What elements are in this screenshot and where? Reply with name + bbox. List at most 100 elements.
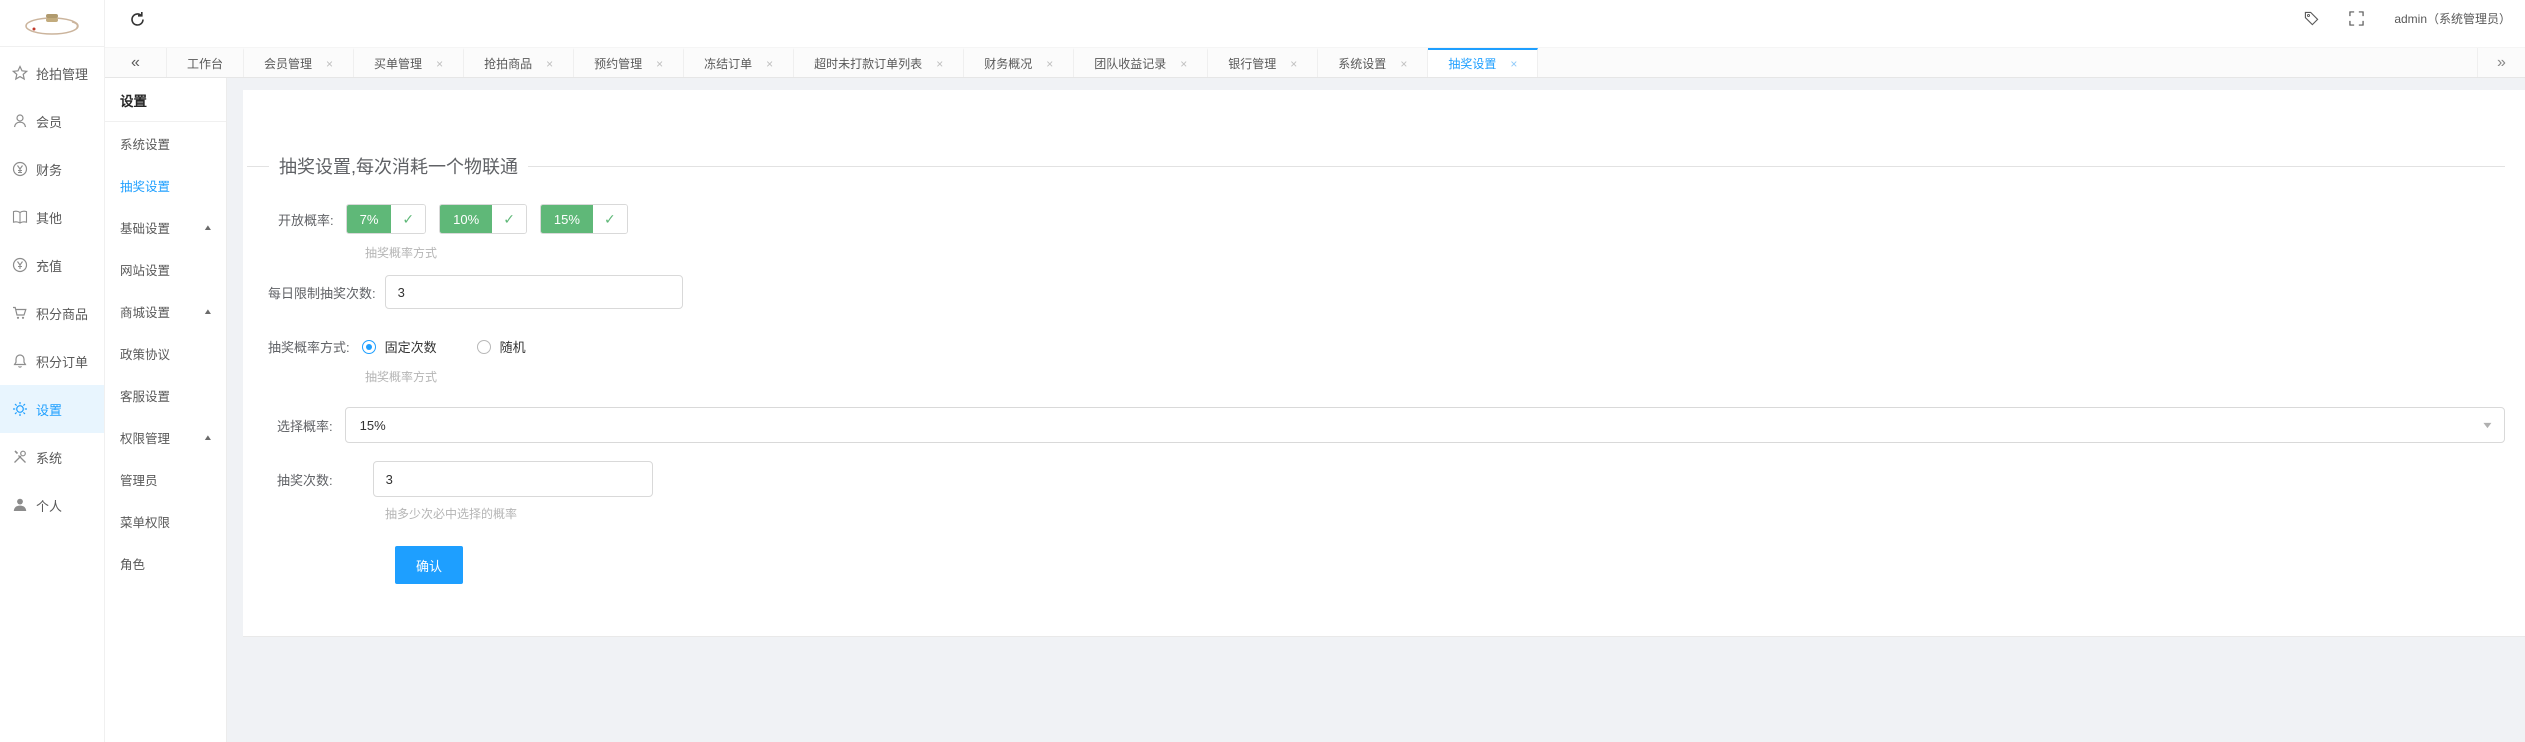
- draw-count-input[interactable]: [373, 461, 653, 497]
- bell-icon: [12, 353, 28, 369]
- main-nav: 抢拍管理 会员 财务 其他 充值 积分商品: [0, 47, 104, 529]
- form-title-divider: 抽奖设置,每次消耗一个物联通: [243, 154, 2525, 178]
- submenu-item-label: 系统设置: [120, 134, 170, 153]
- tab-close-icon[interactable]: ×: [936, 57, 943, 71]
- tab-workbench[interactable]: 工作台: [167, 48, 244, 77]
- sidebar-item-auction-manage[interactable]: 抢拍管理: [0, 49, 104, 97]
- tab-overdue-orders[interactable]: 超时未打款订单列表×: [794, 48, 964, 77]
- probability-mode-helper: 抽奖概率方式: [365, 368, 2525, 385]
- check-icon: ✓: [593, 205, 627, 233]
- submenu-item-website-settings[interactable]: 网站设置: [105, 248, 226, 290]
- submit-row: 确认: [243, 546, 2525, 584]
- submenu-item-label: 政策协议: [120, 344, 170, 363]
- tabs-scroll-right-button[interactable]: »: [2477, 48, 2525, 77]
- sidebar-item-label: 会员: [36, 112, 62, 131]
- open-probability-label: 开放概率:: [278, 210, 334, 229]
- submenu-item-label: 客服设置: [120, 386, 170, 405]
- user-menu[interactable]: admin（系统管理员）: [2394, 10, 2511, 27]
- sidebar-item-label: 充值: [36, 256, 62, 275]
- tab-finance-overview[interactable]: 财务概况×: [964, 48, 1074, 77]
- submenu-item-lottery-settings[interactable]: 抽奖设置: [105, 164, 226, 206]
- probability-mode-row: 抽奖概率方式: 固定次数 随机: [243, 337, 2525, 356]
- sidebar-item-other[interactable]: 其他: [0, 193, 104, 241]
- tab-auction-goods[interactable]: 抢拍商品×: [464, 48, 574, 77]
- sidebar-item-settings[interactable]: 设置: [0, 385, 104, 433]
- sidebar-item-label: 其他: [36, 208, 62, 227]
- probability-option-15[interactable]: 15% ✓: [540, 204, 628, 234]
- settings-submenu: 设置 系统设置 抽奖设置 基础设置▲ 网站设置 商城设置▲ 政策协议 客服设置 …: [105, 78, 227, 742]
- select-probability-dropdown[interactable]: 15% ▼: [345, 407, 2505, 443]
- radio-label: 随机: [500, 337, 526, 356]
- fullscreen-icon[interactable]: [2349, 11, 2364, 26]
- sidebar-item-label: 个人: [36, 496, 62, 515]
- tab-close-icon[interactable]: ×: [1290, 57, 1297, 71]
- select-probability-row: 选择概率: 15% ▼: [243, 407, 2525, 443]
- submenu-item-basic-settings[interactable]: 基础设置▲: [105, 206, 226, 248]
- submenu-item-label: 基础设置: [120, 218, 170, 237]
- submenu-item-label: 权限管理: [120, 428, 170, 447]
- logo-image: [20, 8, 84, 38]
- check-icon: ✓: [391, 205, 425, 233]
- tab-close-icon[interactable]: ×: [1400, 57, 1407, 71]
- tab-label: 银行管理: [1228, 55, 1276, 72]
- sidebar-item-points-goods[interactable]: 积分商品: [0, 289, 104, 337]
- tab-close-icon[interactable]: ×: [546, 57, 553, 71]
- daily-limit-input[interactable]: [385, 275, 683, 309]
- tab-member-manage[interactable]: 会员管理×: [244, 48, 354, 77]
- sidebar-item-label: 系统: [36, 448, 62, 467]
- sidebar-item-label: 积分订单: [36, 352, 88, 371]
- tab-team-income[interactable]: 团队收益记录×: [1074, 48, 1208, 77]
- tab-lottery-settings[interactable]: 抽奖设置×: [1428, 48, 1538, 77]
- tab-close-icon[interactable]: ×: [436, 57, 443, 71]
- daily-limit-row: 每日限制抽奖次数:: [243, 275, 2525, 309]
- submenu-item-label: 菜单权限: [120, 512, 170, 531]
- tab-frozen-orders[interactable]: 冻结订单×: [684, 48, 794, 77]
- tab-order-pay-manage[interactable]: 买单管理×: [354, 48, 464, 77]
- radio-circle-icon: [477, 340, 491, 354]
- tab-close-icon[interactable]: ×: [656, 57, 663, 71]
- radio-random[interactable]: 随机: [477, 337, 526, 356]
- sidebar-item-recharge[interactable]: 充值: [0, 241, 104, 289]
- radio-label: 固定次数: [385, 337, 437, 356]
- sidebar-item-label: 积分商品: [36, 304, 88, 323]
- sidebar-item-finance[interactable]: 财务: [0, 145, 104, 193]
- sidebar-item-points-orders[interactable]: 积分订单: [0, 337, 104, 385]
- confirm-button[interactable]: 确认: [395, 546, 463, 584]
- submenu-item-roles[interactable]: 角色: [105, 542, 226, 584]
- tabbar: « 工作台 会员管理× 买单管理× 抢拍商品× 预约管理× 冻结订单× 超时未打…: [105, 47, 2525, 78]
- submenu-item-administrators[interactable]: 管理员: [105, 458, 226, 500]
- tab-close-icon[interactable]: ×: [766, 57, 773, 71]
- submenu-item-menu-permissions[interactable]: 菜单权限: [105, 500, 226, 542]
- tab-bank-manage[interactable]: 银行管理 ×: [1208, 48, 1318, 77]
- radio-fixed-count[interactable]: 固定次数: [362, 337, 437, 356]
- submenu-item-system-settings[interactable]: 系统设置: [105, 122, 226, 164]
- tab-close-icon[interactable]: ×: [1046, 57, 1053, 71]
- tab-close-icon[interactable]: ×: [1510, 57, 1517, 71]
- sidebar-item-label: 财务: [36, 160, 62, 179]
- topbar: admin（系统管理员）: [105, 0, 2525, 47]
- tools-icon: [12, 449, 28, 465]
- sidebar-item-system[interactable]: 系统: [0, 433, 104, 481]
- probability-option-7[interactable]: 7% ✓: [346, 204, 427, 234]
- sidebar-item-label: 设置: [36, 400, 62, 419]
- submenu-header: 设置: [105, 78, 226, 122]
- submenu-item-policy-agreement[interactable]: 政策协议: [105, 332, 226, 374]
- sidebar-item-personal[interactable]: 个人: [0, 481, 104, 529]
- tab-label: 系统设置: [1338, 55, 1386, 72]
- tag-icon[interactable]: [2304, 11, 2319, 26]
- tabs-scroll-left-button[interactable]: «: [105, 48, 167, 77]
- submenu-item-permission-manage[interactable]: 权限管理 ▲: [105, 416, 226, 458]
- divider-line: [528, 166, 2505, 167]
- sidebar-item-members[interactable]: 会员: [0, 97, 104, 145]
- submenu-item-mall-settings[interactable]: 商城设置▲: [105, 290, 226, 332]
- caret-down-icon: ▼: [2481, 420, 2494, 430]
- tab-reservation-manage[interactable]: 预约管理×: [574, 48, 684, 77]
- collapse-arrow-icon: ▲: [203, 433, 213, 442]
- form-title: 抽奖设置,每次消耗一个物联通: [269, 153, 528, 179]
- submenu-item-customer-service[interactable]: 客服设置: [105, 374, 226, 416]
- refresh-icon[interactable]: [129, 11, 146, 28]
- probability-option-10[interactable]: 10% ✓: [439, 204, 527, 234]
- tab-system-settings[interactable]: 系统设置 ×: [1318, 48, 1428, 77]
- tab-close-icon[interactable]: ×: [326, 57, 333, 71]
- tab-close-icon[interactable]: ×: [1180, 57, 1187, 71]
